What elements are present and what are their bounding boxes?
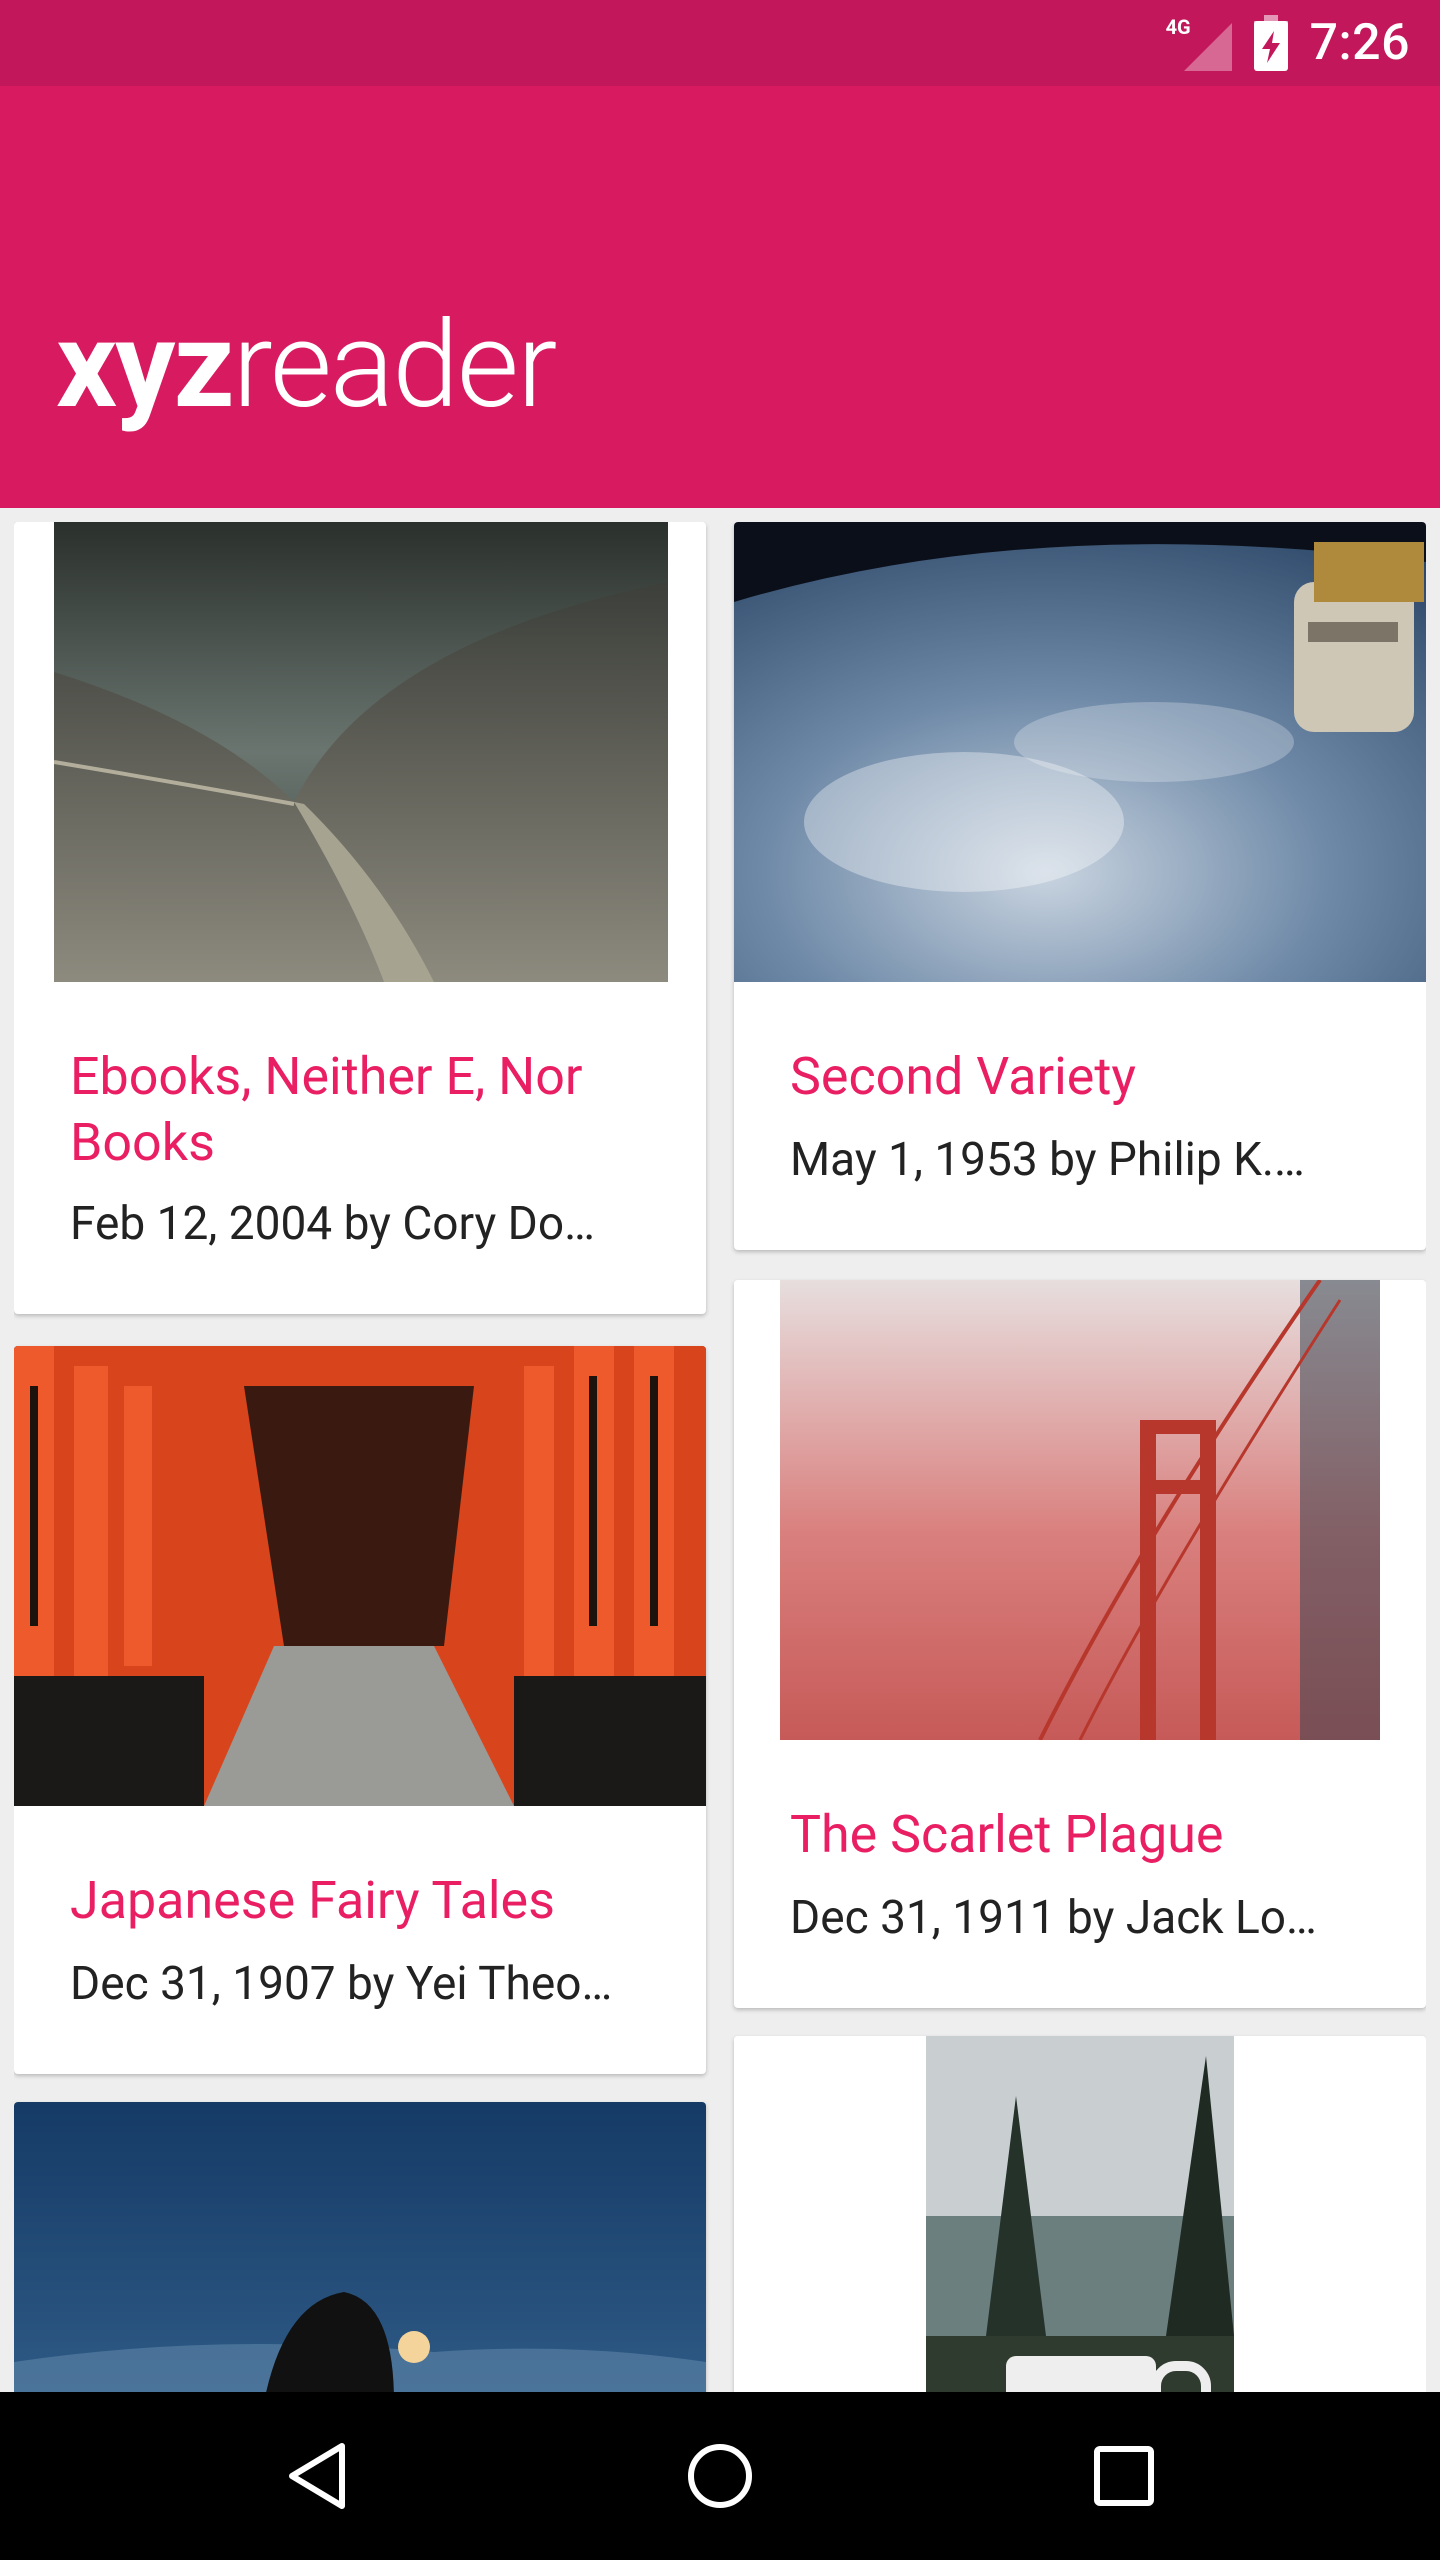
clock-time: 7:26 bbox=[1309, 14, 1410, 72]
article-title: Second Variety bbox=[790, 1046, 1136, 1107]
article-thumbnail bbox=[14, 1346, 706, 1806]
article-thumbnail bbox=[734, 522, 1426, 982]
article-title: Japanese Fairy Tales bbox=[70, 1870, 555, 1931]
article-card[interactable]: The Scarlet Plague Dec 31, 1911 by Jack … bbox=[734, 1280, 1426, 2008]
recents-button[interactable] bbox=[1074, 2426, 1174, 2526]
logo-bold-text: xyz bbox=[56, 296, 235, 436]
article-byline: Feb 12, 2004 by Cory Do… bbox=[70, 1197, 595, 1251]
battery-charging-icon bbox=[1253, 15, 1288, 71]
network-type-label: 4G bbox=[1165, 15, 1191, 39]
logo-light-text: reader bbox=[232, 296, 558, 436]
article-card[interactable]: Japanese Fairy Tales Dec 31, 1907 by Yei… bbox=[14, 1346, 706, 2074]
home-icon bbox=[688, 2444, 752, 2508]
article-card[interactable]: Second Variety May 1, 1953 by Philip K.… bbox=[734, 522, 1426, 1250]
app-logo: xyzreader bbox=[56, 306, 557, 426]
article-thumbnail bbox=[14, 2102, 706, 2392]
article-card[interactable] bbox=[14, 2102, 706, 2392]
article-title: The Scarlet Plague bbox=[790, 1804, 1224, 1865]
article-card[interactable]: Ebooks, Neither E, Nor Books Feb 12, 200… bbox=[14, 522, 706, 1314]
recents-icon bbox=[1094, 2446, 1154, 2506]
status-bar: 4G 7:26 bbox=[0, 0, 1440, 86]
article-title: Ebooks, Neither E, Nor Books bbox=[70, 1046, 583, 1173]
article-grid[interactable]: Ebooks, Neither E, Nor Books Feb 12, 200… bbox=[14, 522, 1426, 2392]
article-thumbnail bbox=[734, 2036, 1426, 2392]
article-thumbnail bbox=[14, 522, 706, 982]
article-byline: Dec 31, 1911 by Jack Lo… bbox=[790, 1891, 1317, 1945]
article-byline: May 1, 1953 by Philip K.… bbox=[790, 1133, 1305, 1187]
signal-indicator: 4G bbox=[1166, 15, 1232, 71]
back-button[interactable] bbox=[266, 2426, 366, 2526]
article-card[interactable] bbox=[734, 2036, 1426, 2392]
app-bar: xyzreader bbox=[0, 86, 1440, 508]
article-thumbnail bbox=[734, 1280, 1426, 1740]
back-icon bbox=[289, 2443, 345, 2509]
home-button[interactable] bbox=[670, 2426, 770, 2526]
navigation-bar bbox=[0, 2392, 1440, 2560]
article-byline: Dec 31, 1907 by Yei Theo… bbox=[70, 1957, 613, 2011]
